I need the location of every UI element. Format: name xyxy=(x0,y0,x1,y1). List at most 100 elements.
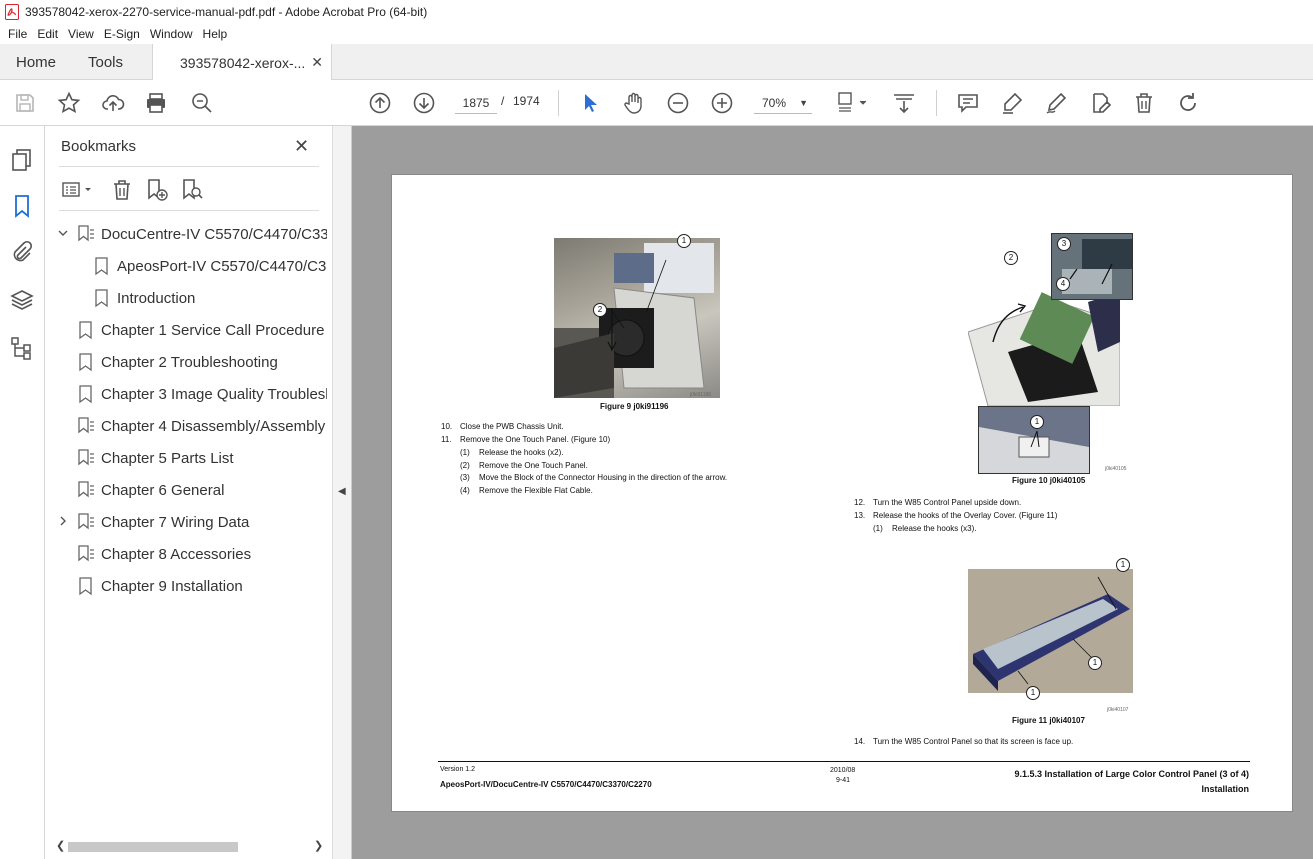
tab-document[interactable]: 393578042-xerox-... ✕ xyxy=(152,44,332,81)
collapse-panel-icon[interactable]: ◀ xyxy=(338,486,346,497)
bookmark-label: ApeosPort-IV C5570/C4470/C3370/C2270 xyxy=(117,257,327,275)
bookmark-item[interactable]: Chapter 4 Disassembly/Assembly and Adjus… xyxy=(45,410,332,442)
options-menu-icon[interactable] xyxy=(61,178,95,202)
search-zoom-icon[interactable] xyxy=(190,91,214,115)
callout-1: 1 xyxy=(1030,415,1044,429)
bookmark-item[interactable]: Chapter 5 Parts List xyxy=(45,442,332,474)
select-arrow-icon[interactable] xyxy=(578,91,602,115)
bookmark-tree-icon xyxy=(77,480,95,500)
bookmark-item[interactable]: Chapter 8 Accessories xyxy=(45,538,332,570)
highlight-pen-icon[interactable] xyxy=(1000,91,1024,115)
bookmark-item[interactable]: Chapter 6 General xyxy=(45,474,332,506)
step-number: 13. xyxy=(854,511,866,520)
tab-home[interactable]: Home xyxy=(16,44,56,80)
bookmark-icon xyxy=(77,352,95,372)
save-icon[interactable] xyxy=(13,91,37,115)
edit-pdf-icon[interactable] xyxy=(1088,91,1112,115)
page-number-input[interactable]: 1875 xyxy=(455,92,497,114)
delete-bookmark-icon[interactable] xyxy=(110,178,136,202)
menu-view[interactable]: View xyxy=(68,27,94,41)
bookmark-item[interactable]: Chapter 3 Image Quality Troubleshooting xyxy=(45,378,332,410)
bookmark-label: DocuCentre-IV C5570/C4470/C3370/C2270 xyxy=(101,225,327,243)
horizontal-scrollbar[interactable]: ❮ ❯ xyxy=(52,838,324,856)
divider xyxy=(59,166,319,167)
bookmark-tree-icon xyxy=(77,544,95,564)
menu-window[interactable]: Window xyxy=(150,27,193,41)
bookmark-item[interactable]: Chapter 1 Service Call Procedure xyxy=(45,314,332,346)
layers-icon[interactable] xyxy=(10,288,34,312)
bookmark-label: Chapter 7 Wiring Data xyxy=(101,513,250,531)
footer-page: 9-41 xyxy=(836,777,851,784)
chevron-right-icon[interactable] xyxy=(57,515,69,530)
figure-11-caption: Figure 11 j0ki40107 xyxy=(1012,716,1085,725)
comment-icon[interactable] xyxy=(956,91,980,115)
scrollbar-thumb[interactable] xyxy=(68,842,238,852)
callout-2: 2 xyxy=(1004,251,1018,265)
previous-page-icon[interactable] xyxy=(368,91,392,115)
zoom-level-select[interactable]: 70% ▼ xyxy=(754,92,812,114)
image-code: j0ki40107 xyxy=(1107,707,1129,713)
bookmark-tree-icon xyxy=(77,224,95,244)
content-tree-icon[interactable] xyxy=(10,336,34,360)
zoom-out-icon[interactable] xyxy=(666,91,690,115)
bookmark-item[interactable]: ApeosPort-IV C5570/C4470/C3370/C2270 xyxy=(45,250,332,282)
upload-cloud-icon[interactable] xyxy=(101,91,125,115)
chevron-down-icon[interactable] xyxy=(57,227,69,242)
bookmark-label: Chapter 5 Parts List xyxy=(101,449,234,467)
new-bookmark-icon[interactable] xyxy=(145,178,171,202)
bookmark-item[interactable]: Chapter 7 Wiring Data xyxy=(45,506,332,538)
sign-pen-icon[interactable] xyxy=(1044,91,1068,115)
step-number: 11. xyxy=(441,435,452,444)
print-icon[interactable] xyxy=(144,91,168,115)
bookmark-item[interactable]: Chapter 2 Troubleshooting xyxy=(45,346,332,378)
chevron-down-icon: ▼ xyxy=(799,98,808,108)
find-bookmark-icon[interactable] xyxy=(180,178,206,202)
fit-page-icon[interactable] xyxy=(836,91,870,115)
attachment-icon[interactable] xyxy=(10,240,34,264)
substep-number: (1) xyxy=(873,524,883,533)
title-bar: 393578042-xerox-2270-service-manual-pdf.… xyxy=(0,0,1313,24)
menu-help[interactable]: Help xyxy=(203,27,228,41)
main-toolbar: 1875 / 1974 70% ▼ xyxy=(0,80,1313,126)
toolbar-divider xyxy=(936,90,937,116)
image-code: j0ki91196 xyxy=(690,392,712,398)
close-icon[interactable]: ✕ xyxy=(294,136,309,157)
step-number: 12. xyxy=(854,498,866,507)
scroll-right-icon[interactable]: ❯ xyxy=(314,839,323,852)
bookmark-icon xyxy=(77,576,95,596)
tab-tools[interactable]: Tools xyxy=(88,44,123,80)
substep-number: (1) xyxy=(460,448,470,457)
callout-1: 1 xyxy=(1116,558,1130,572)
bookmark-icon[interactable] xyxy=(10,194,34,218)
footer-chapter: Installation xyxy=(1201,784,1249,794)
bookmark-item[interactable]: Chapter 9 Installation xyxy=(45,570,332,602)
bookmark-label: Chapter 8 Accessories xyxy=(101,545,252,563)
callout-1: 1 xyxy=(1088,656,1102,670)
bookmark-item[interactable]: DocuCentre-IV C5570/C4470/C3370/C2270 xyxy=(45,218,332,250)
page-thumbnails-icon[interactable] xyxy=(10,148,34,172)
tab-document-label: 393578042-xerox-... xyxy=(180,54,306,71)
trash-icon[interactable] xyxy=(1132,91,1156,115)
next-page-icon[interactable] xyxy=(412,91,436,115)
zoom-in-icon[interactable] xyxy=(710,91,734,115)
bookmark-label: Chapter 1 Service Call Procedure xyxy=(101,321,325,339)
close-tab-icon[interactable]: ✕ xyxy=(311,54,323,71)
menu-esign[interactable]: E-Sign xyxy=(104,27,140,41)
substep-text: Remove the Flexible Flat Cable. xyxy=(479,486,593,495)
panel-splitter[interactable]: ◀ xyxy=(332,126,352,859)
star-icon[interactable] xyxy=(57,91,81,115)
step-text: Remove the One Touch Panel. (Figure 10) xyxy=(460,435,611,444)
redo-rotate-icon[interactable] xyxy=(1176,91,1200,115)
tab-bar: Home Tools 393578042-xerox-... ✕ xyxy=(0,44,1313,81)
figure-9-image xyxy=(554,238,720,398)
step-text: Turn the W85 Control Panel upside down. xyxy=(873,498,1022,507)
bookmark-tree-icon xyxy=(77,512,95,532)
hand-tool-icon[interactable] xyxy=(622,91,646,115)
scroll-left-icon[interactable]: ❮ xyxy=(56,839,65,852)
scroll-mode-icon[interactable] xyxy=(892,91,916,115)
bookmark-item[interactable]: Introduction xyxy=(45,282,332,314)
menu-edit[interactable]: Edit xyxy=(37,27,58,41)
callout-4: 4 xyxy=(1056,277,1070,291)
menu-file[interactable]: File xyxy=(8,27,27,41)
panel-title: Bookmarks xyxy=(61,138,137,155)
